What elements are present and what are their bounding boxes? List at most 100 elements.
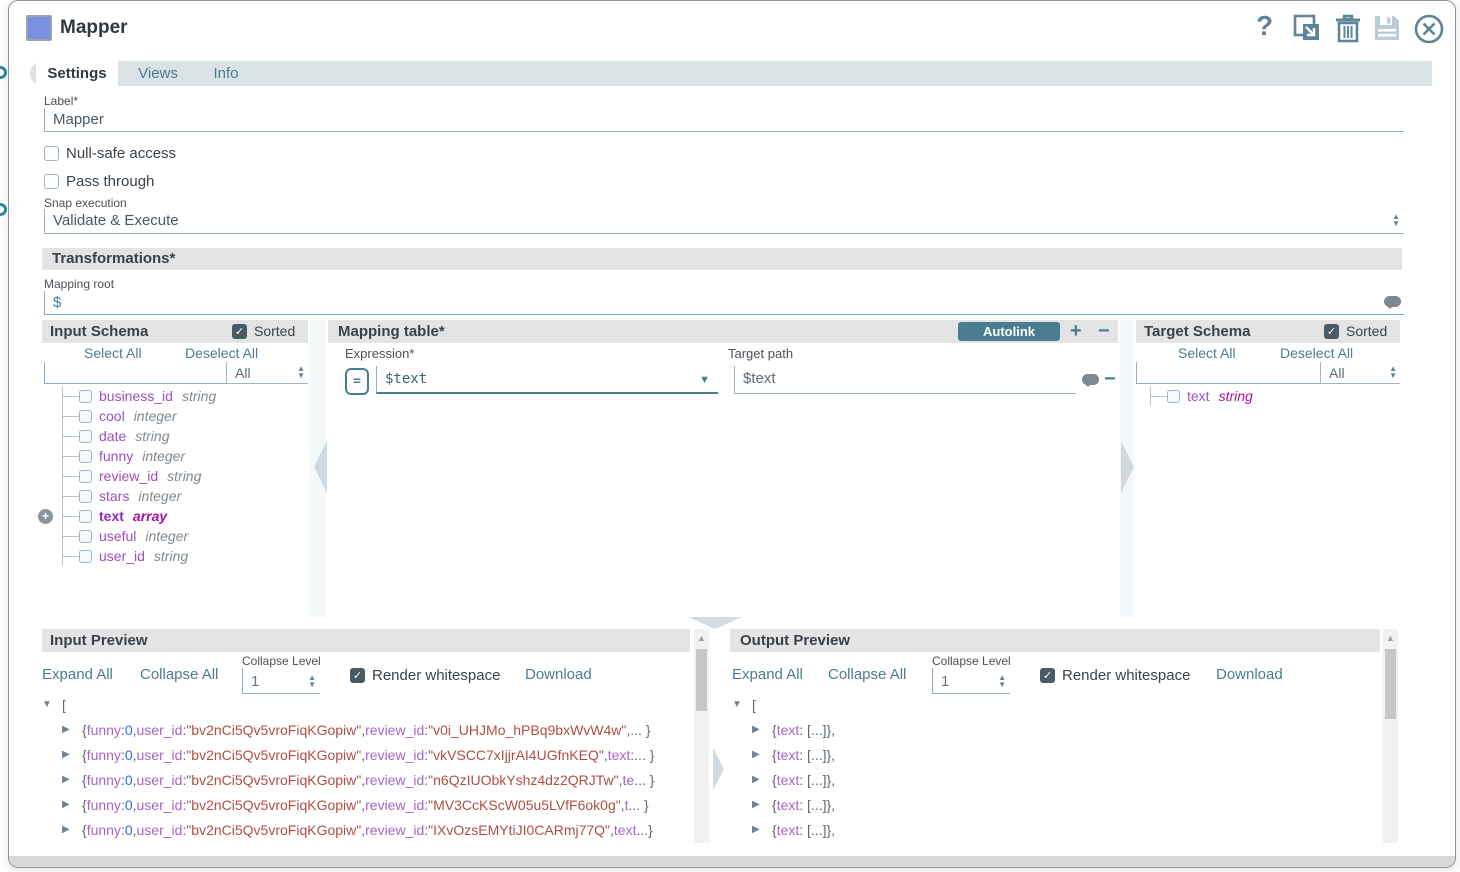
json-row[interactable]: ▶{text: [...]}, <box>732 792 1372 817</box>
input-download-link[interactable]: Download <box>525 666 592 683</box>
schema-item-checkbox[interactable] <box>79 490 92 503</box>
schema-item-business_id[interactable]: business_idstring <box>63 386 302 406</box>
input-collapse-level-input[interactable]: 1 ▲▼ <box>242 668 320 694</box>
input-collapse-all-link[interactable]: Collapse All <box>140 666 218 683</box>
collapse-arrow-icon[interactable]: ▼ <box>42 699 62 710</box>
json-row[interactable]: ▶{text: [...]}, <box>732 742 1372 767</box>
input-select-all-link[interactable]: Select All <box>84 345 142 361</box>
preview-mid-chevron-icon[interactable] <box>713 748 724 790</box>
input-preview-scrollbar[interactable]: ▲ <box>694 629 709 843</box>
expression-dropdown-icon[interactable]: ▼ <box>699 374 710 386</box>
schema-item-date[interactable]: datestring <box>63 426 302 446</box>
input-render-ws-checkbox[interactable]: ✓ <box>350 668 365 683</box>
pass-through-checkbox[interactable] <box>44 174 59 189</box>
schema-item-checkbox[interactable] <box>79 450 92 463</box>
schema-item-funny[interactable]: funnyinteger <box>63 446 302 466</box>
schema-item-review_id[interactable]: review_idstring <box>63 466 302 486</box>
expand-arrow-icon[interactable]: ▶ <box>62 774 82 785</box>
expand-arrow-icon[interactable]: ▶ <box>752 749 772 760</box>
schema-item-checkbox[interactable] <box>79 410 92 423</box>
input-deselect-all-link[interactable]: Deselect All <box>185 345 258 361</box>
input-expand-all-link[interactable]: Expand All <box>42 666 113 683</box>
schema-item-checkbox[interactable] <box>79 550 92 563</box>
schema-item-useful[interactable]: usefulinteger <box>63 526 302 546</box>
expand-plus-icon[interactable]: + <box>38 509 53 524</box>
output-collapse-all-link[interactable]: Collapse All <box>828 666 906 683</box>
json-row[interactable]: ▶{text: [...]}, <box>732 817 1372 842</box>
input-sorted-checkbox[interactable]: ✓ <box>232 324 247 339</box>
spinner-arrows-icon[interactable]: ▲▼ <box>1389 365 1397 379</box>
output-render-ws-checkbox[interactable]: ✓ <box>1040 668 1055 683</box>
spinner-arrows-icon[interactable]: ▲▼ <box>1392 213 1400 227</box>
output-expand-all-link[interactable]: Expand All <box>732 666 803 683</box>
target-schema-type-select[interactable]: All ▲▼ <box>1320 362 1400 384</box>
remove-row-button[interactable]: − <box>1098 322 1110 340</box>
schema-item-text[interactable]: textstring <box>1151 386 1390 406</box>
expand-arrow-icon[interactable]: ▶ <box>752 799 772 810</box>
schema-item-checkbox[interactable] <box>79 430 92 443</box>
schema-item-checkbox[interactable] <box>79 390 92 403</box>
schema-item-text[interactable]: +textarray <box>63 506 302 526</box>
delete-row-icon[interactable]: − <box>1104 370 1116 388</box>
scroll-up-icon[interactable]: ▲ <box>1383 633 1398 643</box>
target-sorted-checkbox[interactable]: ✓ <box>1324 324 1339 339</box>
help-icon[interactable]: ? <box>1256 10 1273 42</box>
autolink-button[interactable]: Autolink <box>958 322 1060 341</box>
scrollbar-thumb[interactable] <box>1385 649 1396 719</box>
tab-info[interactable]: Info <box>198 61 254 86</box>
json-root-row[interactable]: ▼[ <box>732 692 1372 717</box>
scrollbar-thumb[interactable] <box>696 649 707 711</box>
popout-icon[interactable] <box>1292 13 1322 43</box>
input-schema-filter-input[interactable] <box>44 362 226 384</box>
spinner-arrows-icon[interactable]: ▲▼ <box>998 674 1006 688</box>
expand-arrow-icon[interactable]: ▶ <box>62 824 82 835</box>
schema-item-checkbox[interactable] <box>79 510 92 523</box>
expression-input[interactable]: $text ▼ <box>376 366 718 394</box>
json-row[interactable]: ▶{funny: 0, user_id: "bv2nCi5Qv5vroFiqKG… <box>42 792 692 817</box>
schema-item-user_id[interactable]: user_idstring <box>63 546 302 566</box>
null-safe-checkbox[interactable] <box>44 146 59 161</box>
input-schema-type-select[interactable]: All ▲▼ <box>226 362 308 384</box>
close-icon[interactable] <box>1413 13 1445 45</box>
tab-views[interactable]: Views <box>126 61 190 86</box>
scroll-up-icon[interactable]: ▲ <box>694 633 709 643</box>
output-collapse-level-input[interactable]: 1 ▲▼ <box>932 668 1010 694</box>
target-schema-filter-input[interactable] <box>1136 362 1320 384</box>
json-row[interactable]: ▶{funny: 0, user_id: "bv2nCi5Qv5vroFiqKG… <box>42 742 692 767</box>
collapse-right-chevron-icon[interactable] <box>1121 441 1134 493</box>
json-row[interactable]: ▶{text: [...]}, <box>732 767 1372 792</box>
expand-arrow-icon[interactable]: ▶ <box>752 724 772 735</box>
schema-item-checkbox[interactable] <box>1167 390 1180 403</box>
json-row[interactable]: ▶{text: [...]}, <box>732 717 1372 742</box>
spinner-arrows-icon[interactable]: ▲▼ <box>308 674 316 688</box>
expand-arrow-icon[interactable]: ▶ <box>62 724 82 735</box>
save-icon[interactable] <box>1372 13 1402 43</box>
json-row[interactable]: ▶{funny: 0, user_id: "bv2nCi5Qv5vroFiqKG… <box>42 817 692 842</box>
json-row[interactable]: ▶{funny: 0, user_id: "bv2nCi5Qv5vroFiqKG… <box>42 767 692 792</box>
output-preview-scrollbar[interactable]: ▲ <box>1383 629 1398 843</box>
add-row-button[interactable]: + <box>1070 322 1082 340</box>
row-comment-bubble-icon[interactable] <box>1082 374 1099 385</box>
target-select-all-link[interactable]: Select All <box>1178 345 1236 361</box>
schema-item-checkbox[interactable] <box>79 530 92 543</box>
expand-arrow-icon[interactable]: ▶ <box>62 749 82 760</box>
preview-divider-handle[interactable] <box>688 617 742 629</box>
collapse-left-chevron-icon[interactable] <box>314 441 327 493</box>
output-download-link[interactable]: Download <box>1216 666 1283 683</box>
mapping-root-input[interactable]: $ <box>44 291 1404 315</box>
target-path-input[interactable]: $text <box>734 366 1076 394</box>
schema-item-checkbox[interactable] <box>79 470 92 483</box>
json-root-row[interactable]: ▼[ <box>42 692 692 717</box>
snap-execution-select[interactable]: Validate & Execute ▲▼ <box>44 209 1404 234</box>
expand-arrow-icon[interactable]: ▶ <box>62 799 82 810</box>
collapse-arrow-icon[interactable]: ▼ <box>732 699 752 710</box>
trash-icon[interactable] <box>1334 12 1362 44</box>
tab-settings[interactable]: Settings <box>36 61 118 86</box>
expression-toggle-button[interactable]: = <box>345 368 369 395</box>
comment-bubble-icon[interactable] <box>1384 296 1401 307</box>
schema-item-stars[interactable]: starsinteger <box>63 486 302 506</box>
schema-item-cool[interactable]: coolinteger <box>63 406 302 426</box>
target-deselect-all-link[interactable]: Deselect All <box>1280 345 1353 361</box>
expand-arrow-icon[interactable]: ▶ <box>752 774 772 785</box>
label-input[interactable]: Mapper <box>44 108 1404 132</box>
